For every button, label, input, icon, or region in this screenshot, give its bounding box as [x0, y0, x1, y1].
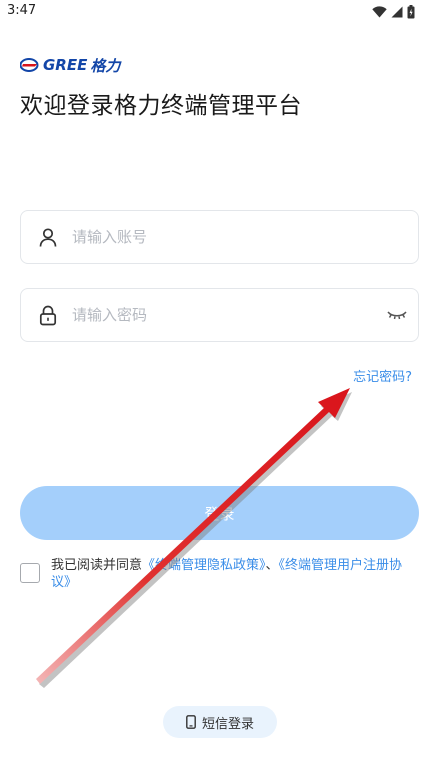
password-field[interactable]	[20, 288, 419, 342]
agreement-text: 我已阅读并同意《终端管理隐私政策》、《终端管理用户注册协议》	[51, 557, 421, 591]
agreement-prefix: 我已阅读并同意	[51, 558, 143, 573]
annotation-arrow-shadow	[39, 392, 352, 688]
gree-logo: GREE 格力	[20, 56, 121, 75]
privacy-policy-link[interactable]: 《终端管理隐私政策》	[142, 558, 266, 573]
phone-icon	[186, 715, 196, 729]
account-field[interactable]	[20, 210, 419, 264]
lock-icon	[39, 305, 57, 326]
status-bar: 3:47	[0, 0, 439, 24]
agreement-checkbox[interactable]	[20, 563, 40, 583]
login-button[interactable]: 登录	[20, 486, 419, 540]
status-time: 3:47	[7, 3, 37, 18]
wifi-icon	[372, 6, 387, 18]
page-title: 欢迎登录格力终端管理平台	[20, 93, 302, 119]
status-icons	[372, 4, 415, 20]
gree-logo-mark-icon	[20, 58, 39, 72]
logo-text-cn: 格力	[90, 56, 121, 75]
account-input[interactable]	[72, 223, 372, 251]
user-icon	[39, 228, 57, 247]
battery-icon	[407, 5, 415, 19]
agreement-separator: 、	[265, 558, 279, 573]
cellular-signal-icon	[391, 6, 403, 18]
eye-closed-icon[interactable]	[386, 306, 408, 324]
logo-text-en: GREE	[43, 56, 88, 74]
sms-login-label: 短信登录	[201, 716, 254, 732]
sms-login-button[interactable]: 短信登录	[163, 706, 277, 738]
forgot-password-link[interactable]: 忘记密码?	[353, 366, 412, 385]
password-input[interactable]	[72, 301, 372, 329]
